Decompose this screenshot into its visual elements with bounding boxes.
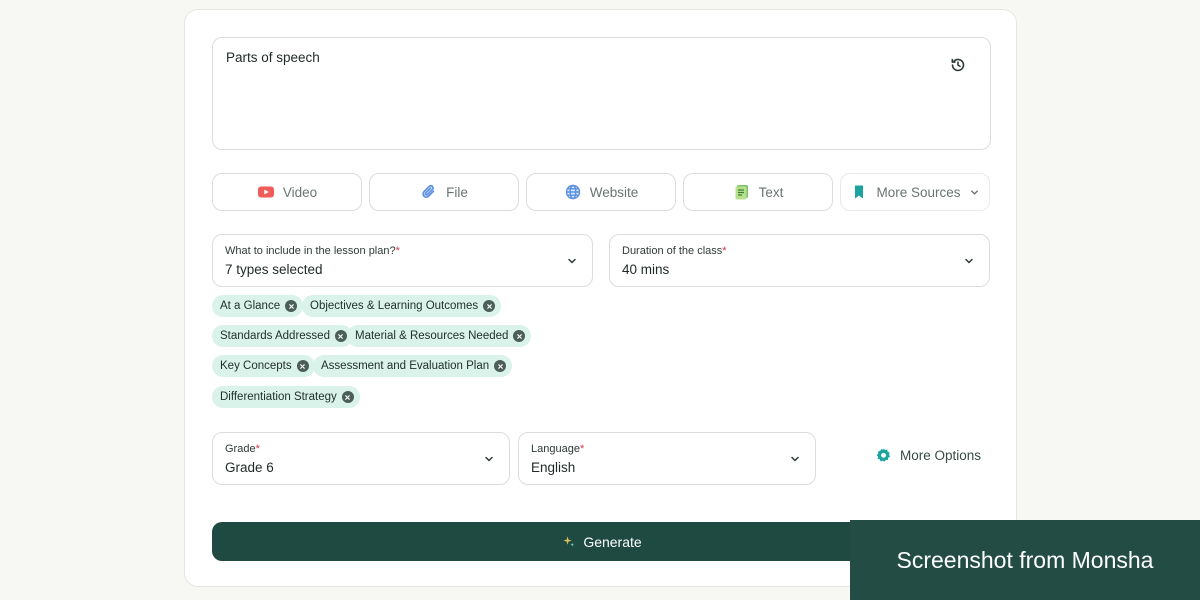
- chevron-down-icon: [791, 456, 799, 462]
- topic-text[interactable]: Parts of speech: [226, 50, 320, 65]
- generate-label: Generate: [583, 533, 642, 550]
- remove-chip-icon[interactable]: [513, 330, 526, 342]
- language-value: English: [531, 460, 576, 475]
- bookmark-icon: [855, 185, 864, 199]
- chip: At a Glance: [212, 295, 304, 317]
- required-marker: *: [395, 245, 400, 257]
- chip-label: Objectives & Learning Outcomes: [310, 300, 479, 312]
- grade-label: Grade*: [225, 443, 260, 455]
- website-source-button[interactable]: Website: [526, 173, 676, 211]
- file-source-label: File: [446, 184, 468, 200]
- paperclip-icon: [422, 184, 435, 198]
- chip: Objectives & Learning Outcomes: [302, 295, 502, 317]
- remove-chip-icon[interactable]: [483, 300, 496, 312]
- file-source-button[interactable]: File: [369, 173, 519, 211]
- chevron-down-icon: [965, 258, 973, 264]
- history-icon[interactable]: [950, 57, 966, 73]
- video-source-label: Video: [282, 184, 318, 200]
- chip: Key Concepts: [212, 355, 315, 377]
- grade-value: Grade 6: [225, 460, 274, 475]
- grade-select[interactable]: Grade* Grade 6: [212, 432, 510, 485]
- more-options-button[interactable]: More Options: [875, 447, 981, 464]
- duration-label: Duration of the class*: [622, 245, 727, 257]
- chip: Differentiation Strategy: [212, 386, 360, 408]
- lesson-plan-value: 7 types selected: [225, 262, 323, 277]
- language-select[interactable]: Language* English: [518, 432, 816, 485]
- chip-label: Key Concepts: [220, 360, 292, 372]
- required-marker: *: [255, 443, 260, 455]
- gear-icon: [876, 448, 891, 462]
- website-source-label: Website: [589, 184, 639, 200]
- language-label: Language*: [531, 443, 585, 455]
- lesson-plan-types-select[interactable]: What to include in the lesson plan?* 7 t…: [212, 234, 593, 287]
- text-source-button[interactable]: Text: [683, 173, 833, 211]
- chevron-down-icon: [568, 258, 576, 264]
- remove-chip-icon[interactable]: [341, 391, 354, 403]
- duration-value: 40 mins: [622, 262, 670, 277]
- more-options-label: More Options: [900, 448, 982, 463]
- chevron-down-icon: [970, 189, 978, 195]
- text-doc-icon: [735, 185, 748, 200]
- more-sources-label: More Sources: [876, 184, 961, 200]
- chip-label: Standards Addressed: [220, 330, 330, 342]
- remove-chip-icon[interactable]: [494, 360, 507, 372]
- sparkle-icon: [563, 536, 575, 547]
- chevron-down-icon: [485, 456, 493, 462]
- video-source-button[interactable]: Video: [212, 173, 362, 211]
- chip: Assessment and Evaluation Plan: [313, 355, 513, 377]
- chip: Material & Resources Needed: [347, 325, 532, 347]
- topic-textarea[interactable]: Parts of speech: [212, 37, 991, 150]
- watermark-banner: Screenshot from Monsha: [850, 520, 1200, 600]
- chip-label: Material & Resources Needed: [355, 330, 509, 342]
- text-source-label: Text: [758, 184, 784, 200]
- required-marker: *: [579, 443, 585, 455]
- chip-label: Differentiation Strategy: [220, 391, 337, 403]
- globe-icon: [565, 184, 580, 200]
- youtube-icon: [257, 186, 274, 198]
- chip-label: At a Glance: [220, 300, 281, 312]
- remove-chip-icon[interactable]: [285, 300, 298, 312]
- duration-select[interactable]: Duration of the class* 40 mins: [609, 234, 990, 287]
- remove-chip-icon[interactable]: [296, 360, 309, 372]
- chip: Standards Addressed: [212, 325, 353, 347]
- source-buttons-row: Video File Website Text More Sources: [212, 173, 992, 211]
- required-marker: *: [722, 245, 727, 257]
- remove-chip-icon[interactable]: [334, 330, 347, 342]
- lesson-plan-label: What to include in the lesson plan?*: [225, 245, 400, 257]
- lesson-plan-form-card: Parts of speech Video File Website Text …: [184, 9, 1017, 587]
- chip-label: Assessment and Evaluation Plan: [321, 360, 490, 372]
- more-sources-button[interactable]: More Sources: [840, 173, 990, 211]
